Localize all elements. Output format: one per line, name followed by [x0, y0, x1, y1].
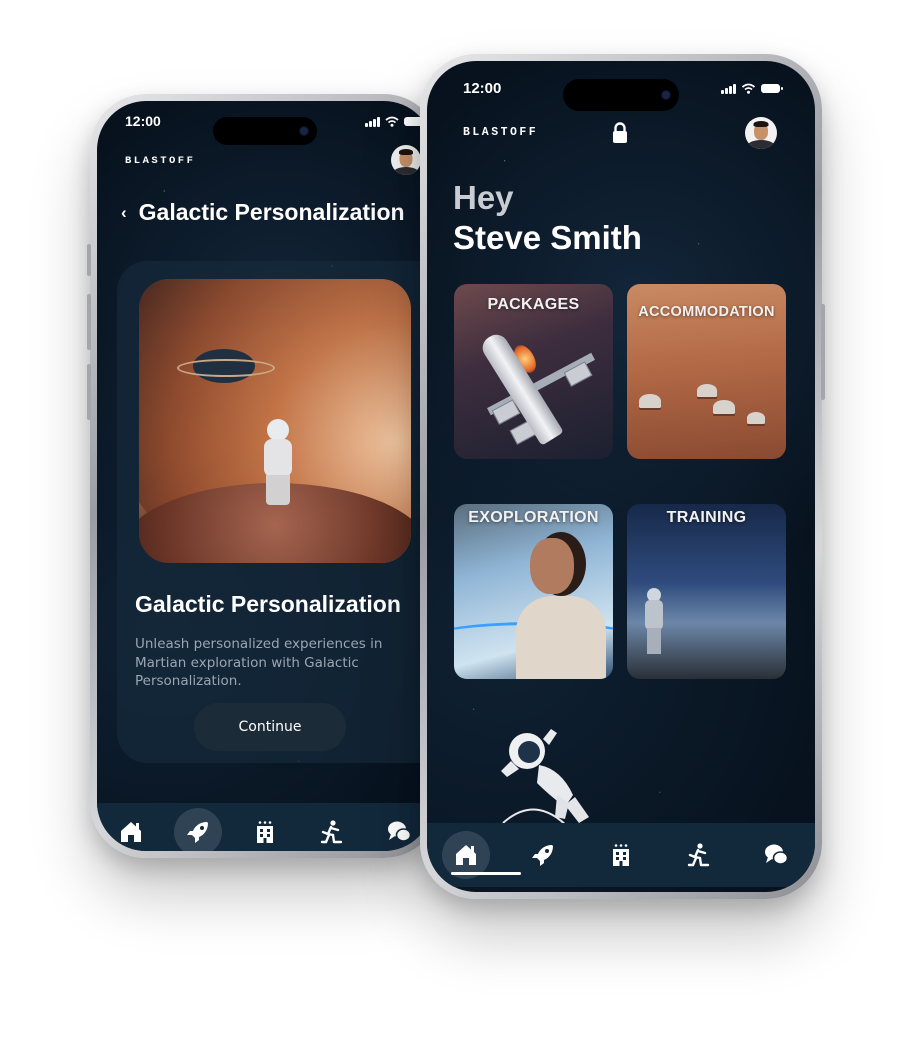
status-time: 12:00 — [125, 113, 161, 129]
greeting-name: Steve Smith — [453, 219, 642, 256]
status-time: 12:00 — [463, 80, 502, 97]
phone-left: 12:00 BLASTOFF ‹ Galactic Personalizatio… — [87, 94, 440, 858]
nav-packages[interactable] — [519, 831, 567, 879]
tile-training[interactable]: TRAINING — [627, 504, 786, 679]
nav-chat[interactable] — [752, 831, 800, 879]
nav-home[interactable] — [107, 808, 155, 851]
brand-logo: BLASTOFF — [463, 126, 539, 139]
battery-icon — [761, 84, 783, 93]
chat-icon — [765, 844, 789, 865]
chevron-left-icon[interactable]: ‹ — [121, 203, 127, 223]
side-button — [87, 364, 91, 420]
dynamic-island — [213, 117, 317, 145]
training-icon — [687, 843, 709, 867]
side-button — [821, 304, 825, 400]
wifi-icon — [385, 116, 399, 127]
greeting-hey: Hey — [453, 179, 514, 216]
hotel-icon — [612, 844, 629, 866]
bottom-nav — [97, 803, 433, 851]
nav-accommodation[interactable] — [597, 831, 645, 879]
dynamic-island — [563, 79, 679, 111]
status-icons — [721, 83, 783, 94]
tile-exploration[interactable]: EXOPLORATION — [454, 504, 613, 679]
home-icon — [455, 845, 476, 865]
avatar[interactable] — [745, 117, 777, 149]
rocket-icon — [532, 845, 554, 866]
training-icon — [320, 820, 343, 844]
continue-button[interactable]: Continue — [194, 703, 346, 751]
tile-label: PACKAGES — [487, 296, 580, 313]
tile-packages[interactable]: PACKAGES — [454, 284, 613, 459]
tile-label: EXOPLORATION — [468, 509, 599, 526]
tile-label: ACCOMMODATION — [638, 304, 775, 320]
status-icons — [365, 116, 426, 127]
page-title: Galactic Personalization — [138, 199, 405, 225]
brand-logo: BLASTOFF — [125, 155, 196, 167]
lock-icon[interactable] — [611, 121, 629, 145]
hero-image — [139, 279, 411, 563]
tile-accommodation[interactable]: ACCOMMODATION — [627, 284, 786, 459]
nav-chat[interactable] — [375, 808, 423, 851]
rocket-icon — [186, 822, 208, 843]
home-icon — [120, 822, 141, 842]
feature-card: Galactic Personalization Unleash persona… — [117, 261, 433, 763]
nav-training[interactable] — [308, 808, 356, 851]
wifi-icon — [741, 83, 756, 94]
home-indicator — [451, 872, 521, 875]
screen-right: 12:00 BLASTOFF Hey Steve Smith PACKAGES — [427, 61, 815, 892]
nav-packages[interactable] — [173, 808, 222, 851]
signal-icon — [365, 116, 380, 127]
bottom-nav — [427, 823, 815, 887]
phone-right: 12:00 BLASTOFF Hey Steve Smith PACKAGES — [420, 54, 825, 899]
card-description: Unleash personalized experiences in Mart… — [135, 636, 383, 689]
card-title: Galactic Personalization — [135, 591, 401, 617]
side-button — [87, 294, 91, 350]
hotel-icon — [256, 821, 273, 843]
avatar[interactable] — [391, 145, 421, 175]
tile-label: TRAINING — [666, 509, 747, 526]
side-button — [87, 244, 91, 276]
back-header[interactable]: ‹ Galactic Personalization — [121, 199, 405, 226]
nav-accommodation[interactable] — [241, 808, 289, 851]
chat-icon — [388, 821, 412, 842]
screen-left: 12:00 BLASTOFF ‹ Galactic Personalizatio… — [97, 101, 433, 851]
nav-training[interactable] — [675, 831, 723, 879]
signal-icon — [721, 83, 736, 94]
astronaut-illustration — [501, 729, 589, 835]
